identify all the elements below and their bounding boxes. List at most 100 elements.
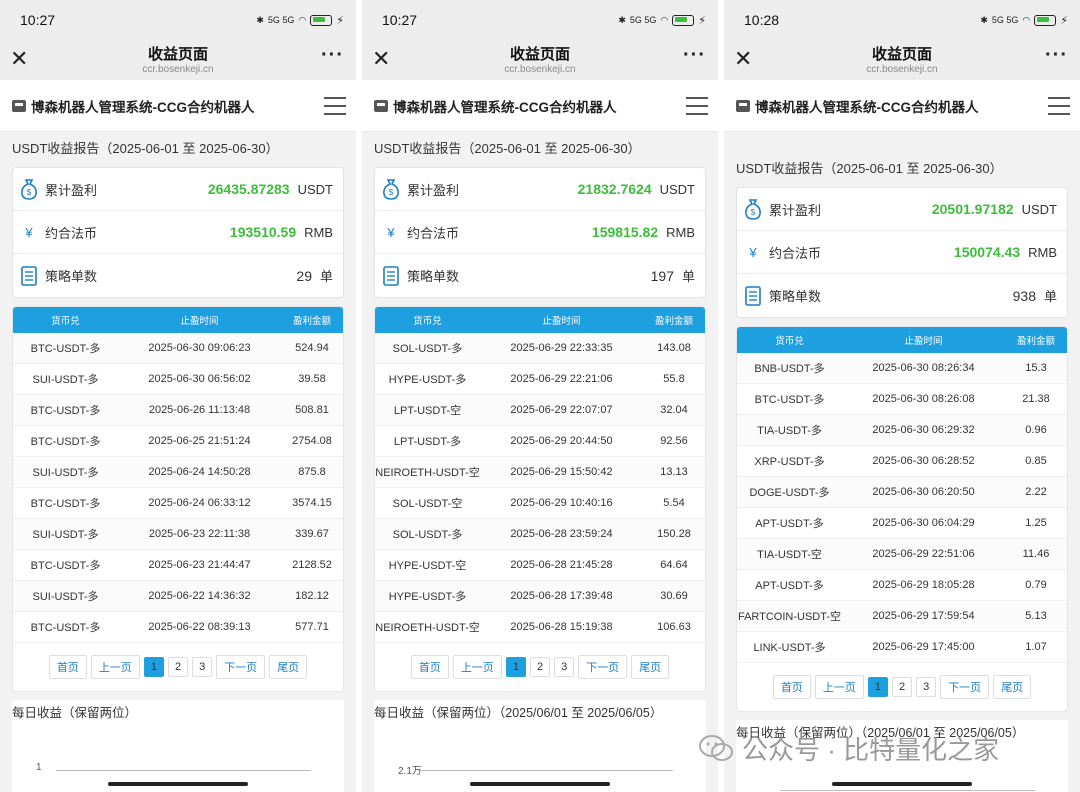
- time-cell: 2025-06-29 22:07:07: [510, 404, 613, 416]
- profit-value: 20501.97182: [931, 201, 1014, 217]
- time-cell: 2025-06-29 20:44:50: [510, 435, 613, 447]
- page-2-button[interactable]: 2: [167, 657, 189, 677]
- page-last-button[interactable]: 尾页: [269, 655, 308, 679]
- pair-cell: TIA-USDT-多: [757, 425, 822, 437]
- page-3-button[interactable]: 3: [192, 657, 213, 677]
- pagination: 首页 上一页 1 2 3 下一页 尾页: [737, 663, 1067, 711]
- menu-icon[interactable]: [1048, 96, 1070, 115]
- time-cell: 2025-06-29 17:59:54: [872, 610, 975, 622]
- fiat-label: 约合法币: [769, 245, 822, 261]
- orders-table: 货币兑 止盈时间 盈利金额 BTC-USDT-多 2025-06-30 09:0…: [12, 306, 344, 692]
- daily-title: 每日收益（保留两位）（2025/06/01 至 2025/06/05）: [374, 706, 663, 720]
- pair-cell: APT-USDT-多: [755, 580, 824, 592]
- summary-profit-row: $ 累计盈利 20501.97182 USDT: [737, 188, 1067, 231]
- page-prev-button[interactable]: 上一页: [814, 675, 864, 699]
- page-first-button[interactable]: 首页: [772, 675, 811, 699]
- phone-screen-3: 10:28 ✱ 5G 5G ◠ ⚡ ✕ 收益页面 ccr.bosenkeji.c…: [724, 0, 1080, 792]
- time-cell: 2025-06-30 06:29:32: [872, 424, 975, 436]
- time-cell: 2025-06-22 14:36:32: [148, 590, 251, 602]
- amount-cell: 524.94: [295, 342, 329, 354]
- time-cell: 2025-06-29 17:45:00: [872, 641, 975, 653]
- page-3-button[interactable]: 3: [554, 657, 575, 677]
- status-icons: ✱ 5G 5G ◠ ⚡: [618, 14, 706, 27]
- app-header: 博森机器人管理系统-CCG合约机器人: [724, 80, 1080, 132]
- fiat-unit: RMB: [666, 224, 695, 240]
- orders-value: 29: [296, 267, 312, 284]
- time-cell: 2025-06-24 06:33:12: [148, 497, 251, 509]
- orders-table: 货币兑 止盈时间 盈利金额 BNB-USDT-多 2025-06-30 08:2…: [736, 326, 1068, 712]
- pair-cell: BNB-USDT-多: [754, 363, 825, 375]
- logo-icon: [736, 99, 750, 112]
- fiat-unit: RMB: [304, 224, 333, 240]
- page-next-button[interactable]: 下一页: [216, 655, 266, 679]
- menu-icon[interactable]: [686, 96, 708, 115]
- pagination: 首页 上一页 1 2 3 下一页 尾页: [375, 643, 705, 691]
- table-row: BTC-USDT-多 2025-06-25 21:51:24 2754.08: [13, 426, 343, 457]
- page-first-button[interactable]: 首页: [48, 655, 87, 679]
- more-icon[interactable]: ···: [321, 44, 344, 67]
- nav-title: 收益页面: [509, 45, 570, 63]
- header-time: 止盈时间: [904, 336, 943, 347]
- page-2-button[interactable]: 2: [891, 677, 913, 697]
- signal-icon: 5G 5G: [629, 15, 657, 25]
- table-row: TIA-USDT-多 2025-06-30 06:29:32 0.96: [737, 415, 1067, 446]
- pagination: 首页 上一页 1 2 3 下一页 尾页: [13, 643, 343, 691]
- page-1-button[interactable]: 1: [505, 657, 526, 677]
- page-1-button[interactable]: 1: [143, 657, 164, 677]
- table-row: SUI-USDT-多 2025-06-22 14:36:32 182.12: [13, 581, 343, 612]
- amount-cell: 64.64: [660, 559, 688, 571]
- chart-axis-label: 1: [36, 762, 42, 773]
- bluetooth-icon: ✱: [618, 14, 626, 25]
- page-last-button[interactable]: 尾页: [631, 655, 670, 679]
- summary-orders-row: 策略单数 938 单: [737, 274, 1067, 317]
- amount-cell: 5.13: [1025, 610, 1047, 622]
- fiat-value: 193510.59: [229, 224, 297, 240]
- money-bag-icon: $: [743, 198, 763, 220]
- phone-screen-1: 10:27 ✱ 5G 5G ◠ ⚡ ✕ 收益页面 ccr.bosenkeji.c…: [0, 0, 356, 792]
- watermark-text: 公众号 · 比特量化之家: [742, 735, 1000, 765]
- time-cell: 2025-06-29 18:05:28: [872, 579, 975, 591]
- time-cell: 2025-06-29 10:40:16: [510, 497, 613, 509]
- pair-cell: LPT-USDT-多: [393, 436, 462, 448]
- svg-text:$: $: [751, 208, 756, 217]
- time-cell: 2025-06-23 22:11:38: [148, 528, 251, 540]
- nav-title: 收益页面: [871, 45, 932, 63]
- amount-cell: 32.04: [660, 404, 688, 416]
- menu-icon[interactable]: [324, 96, 346, 115]
- page-last-button[interactable]: 尾页: [993, 675, 1032, 699]
- page-next-button[interactable]: 下一页: [578, 655, 628, 679]
- time-cell: 2025-06-30 09:06:23: [148, 342, 251, 354]
- app-header: 博森机器人管理系统-CCG合约机器人: [362, 80, 718, 132]
- more-icon[interactable]: ···: [1045, 44, 1068, 67]
- yen-icon: ¥: [25, 224, 33, 240]
- page-first-button[interactable]: 首页: [410, 655, 449, 679]
- pair-cell: BTC-USDT-多: [754, 394, 825, 406]
- close-icon[interactable]: ✕: [372, 46, 390, 72]
- table-row: SUI-USDT-多 2025-06-23 22:11:38 339.67: [13, 519, 343, 550]
- close-icon[interactable]: ✕: [10, 46, 28, 72]
- summary-card: $ 累计盈利 26435.87283 USDT ¥ 约合法币 193510.59…: [12, 167, 344, 298]
- nav-bar: ✕ 收益页面 ccr.bosenkeji.cn ···: [362, 40, 718, 80]
- page-2-button[interactable]: 2: [529, 657, 551, 677]
- daily-earnings-section: 每日收益（保留两位）（2025/06/01 至 2025/06/05） 2.1万: [374, 700, 706, 792]
- summary-fiat-row: ¥ 约合法币 159815.82 RMB: [375, 211, 705, 254]
- page-3-button[interactable]: 3: [916, 677, 937, 697]
- amount-cell: 21.38: [1022, 393, 1050, 405]
- table-row: BTC-USDT-多 2025-06-22 08:39:13 577.71: [13, 612, 343, 643]
- amount-cell: 92.56: [660, 435, 688, 447]
- amount-cell: 143.08: [657, 342, 691, 354]
- header-time: 止盈时间: [180, 316, 219, 327]
- battery-icon: [310, 14, 333, 26]
- close-icon[interactable]: ✕: [734, 46, 752, 72]
- more-icon[interactable]: ···: [683, 44, 706, 67]
- page-next-button[interactable]: 下一页: [940, 675, 990, 699]
- status-bar: 10:27 ✱ 5G 5G ◠ ⚡: [362, 0, 718, 40]
- amount-cell: 11.46: [1022, 548, 1050, 560]
- time-cell: 2025-06-30 08:26:08: [872, 393, 975, 405]
- orders-value: 938: [1012, 287, 1036, 304]
- document-icon: [381, 265, 401, 287]
- page-1-button[interactable]: 1: [867, 677, 888, 697]
- table-row: NEIROETH-USDT-空 2025-06-28 15:19:38 106.…: [375, 612, 705, 643]
- page-prev-button[interactable]: 上一页: [452, 655, 502, 679]
- page-prev-button[interactable]: 上一页: [90, 655, 140, 679]
